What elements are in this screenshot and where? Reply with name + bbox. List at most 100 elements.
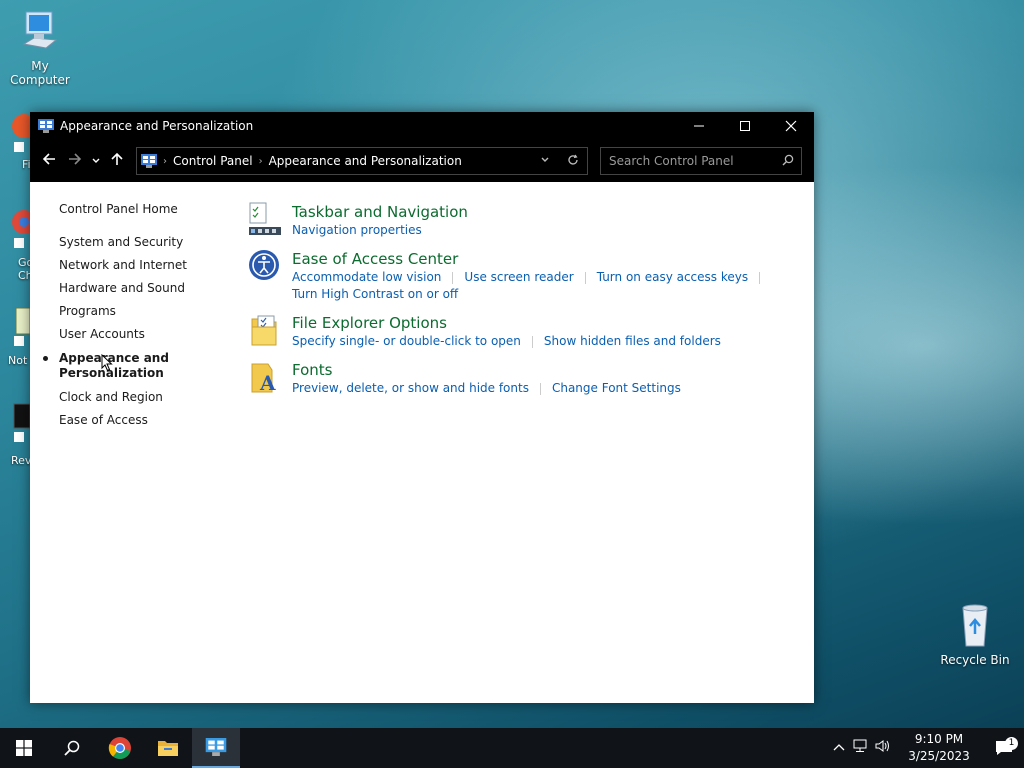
search-box[interactable]: [600, 147, 802, 175]
breadcrumb-chevron-icon: ›: [258, 155, 263, 167]
desktop-icon-recycle-bin[interactable]: Recycle Bin: [935, 602, 1015, 667]
control-panel-window: Appearance and Personalization › Control…: [30, 112, 814, 703]
link-preview-fonts[interactable]: Preview, delete, or show and hide fonts: [292, 380, 529, 397]
breadcrumb-control-panel[interactable]: Control Panel: [173, 154, 253, 168]
volume-icon[interactable]: [872, 739, 894, 757]
breadcrumb-appearance[interactable]: Appearance and Personalization: [269, 154, 462, 168]
start-button[interactable]: [0, 728, 48, 768]
computer-icon: [22, 11, 58, 49]
link-easy-access-keys[interactable]: Turn on easy access keys: [597, 269, 748, 286]
link-navigation-properties[interactable]: Navigation properties: [292, 222, 422, 239]
folder-icon: [158, 741, 178, 756]
link-divider: [539, 383, 541, 395]
window-title: Appearance and Personalization: [60, 119, 254, 133]
link-divider: [584, 272, 586, 284]
arrow-right-icon: [69, 153, 82, 165]
category-title[interactable]: Ease of Access Center: [292, 249, 788, 269]
fonts-icon: A: [251, 363, 276, 395]
category-title[interactable]: Taskbar and Navigation: [292, 202, 788, 222]
search-icon[interactable]: [775, 154, 801, 169]
minimize-icon: [694, 125, 704, 127]
forward-button[interactable]: [62, 152, 88, 170]
link-use-screen-reader[interactable]: Use screen reader: [464, 269, 573, 286]
link-show-hidden-files[interactable]: Show hidden files and folders: [544, 333, 721, 350]
desktop-icon-label: Rev: [11, 454, 32, 467]
left-navigation: Control Panel Home System and Security N…: [43, 198, 209, 432]
system-tray: 9:10 PM 3/25/2023 1: [828, 728, 1024, 768]
notification-badge: 1: [1005, 737, 1018, 750]
taskbar-file-explorer[interactable]: [144, 728, 192, 768]
clock-date: 3/25/2023: [908, 749, 970, 763]
refresh-icon: [568, 154, 578, 165]
control-panel-icon: [205, 738, 227, 756]
desktop-icon-label: Not: [8, 354, 28, 367]
link-divider: [759, 272, 761, 284]
desktop-icon-label: My Computer: [10, 59, 70, 87]
svg-text:A: A: [259, 371, 276, 395]
chrome-icon: [12, 210, 36, 248]
desktop-icon-my-computer[interactable]: My Computer: [0, 10, 80, 87]
action-center-button[interactable]: 1: [984, 737, 1024, 756]
title-bar[interactable]: Appearance and Personalization: [30, 112, 814, 140]
link-change-font-settings[interactable]: Change Font Settings: [552, 380, 681, 397]
maximize-icon: [740, 121, 750, 131]
category-file-explorer-options: File Explorer Options Specify single- or…: [248, 313, 788, 350]
close-icon: [785, 120, 797, 132]
arrow-left-icon: [42, 153, 55, 165]
taskbar-icon: [249, 202, 281, 235]
address-dropdown-button[interactable]: [531, 154, 559, 168]
app-icon: [13, 403, 31, 442]
nav-user-accounts[interactable]: User Accounts: [59, 323, 209, 346]
link-divider: [531, 336, 533, 348]
show-hidden-icons-button[interactable]: [828, 741, 850, 756]
control-panel-icon: [141, 154, 157, 168]
taskbar-chrome[interactable]: [96, 728, 144, 768]
chevron-down-icon: [541, 157, 549, 162]
nav-hardware-and-sound[interactable]: Hardware and Sound: [59, 277, 209, 300]
nav-control-panel-home[interactable]: Control Panel Home: [59, 198, 209, 221]
search-button[interactable]: [48, 728, 96, 768]
taskbar-control-panel[interactable]: [192, 728, 240, 768]
windows-logo-icon: [16, 740, 32, 756]
network-icon[interactable]: [850, 739, 872, 757]
link-accommodate-low-vision[interactable]: Accommodate low vision: [292, 269, 441, 286]
nav-programs[interactable]: Programs: [59, 300, 209, 323]
search-input[interactable]: [601, 153, 775, 169]
clock-time: 9:10 PM: [914, 732, 964, 746]
refresh-button[interactable]: [559, 154, 587, 169]
nav-system-and-security[interactable]: System and Security: [59, 231, 209, 254]
nav-network-and-internet[interactable]: Network and Internet: [59, 254, 209, 277]
folder-options-icon: [251, 315, 277, 346]
chrome-icon: [108, 737, 131, 759]
search-icon: [64, 740, 80, 756]
chevron-up-icon: [833, 743, 845, 750]
up-button[interactable]: [104, 152, 130, 170]
nav-appearance-and-personalization[interactable]: Appearance and Personalization: [43, 351, 209, 381]
maximize-button[interactable]: [722, 112, 768, 140]
link-single-double-click[interactable]: Specify single- or double-click to open: [292, 333, 521, 350]
link-divider: [452, 272, 454, 284]
category-list: Taskbar and Navigation Navigation proper…: [248, 202, 788, 407]
close-button[interactable]: [768, 112, 814, 140]
breadcrumb-chevron-icon: ›: [163, 155, 167, 167]
content-area: Control Panel Home System and Security N…: [30, 182, 814, 703]
link-high-contrast[interactable]: Turn High Contrast on or off: [292, 286, 458, 303]
notepad-icon: [14, 307, 31, 346]
nav-clock-and-region[interactable]: Clock and Region: [59, 386, 209, 409]
app-icon: [12, 114, 36, 152]
desktop-icon-label: Recycle Bin: [940, 653, 1010, 667]
address-box[interactable]: › Control Panel › Appearance and Persona…: [136, 147, 588, 175]
mouse-cursor-icon: [101, 354, 113, 372]
category-taskbar-navigation: Taskbar and Navigation Navigation proper…: [248, 202, 788, 239]
chevron-down-icon: [92, 158, 100, 163]
category-title[interactable]: File Explorer Options: [292, 313, 788, 333]
category-ease-of-access: Ease of Access Center Accommodate low vi…: [248, 249, 788, 303]
minimize-button[interactable]: [676, 112, 722, 140]
recent-locations-button[interactable]: [88, 152, 104, 170]
back-button[interactable]: [36, 152, 62, 170]
arrow-up-icon: [111, 152, 123, 165]
category-title[interactable]: Fonts: [292, 360, 788, 380]
clock[interactable]: 9:10 PM 3/25/2023: [894, 731, 984, 765]
nav-ease-of-access[interactable]: Ease of Access: [59, 409, 209, 432]
ease-of-access-icon: [249, 250, 279, 280]
